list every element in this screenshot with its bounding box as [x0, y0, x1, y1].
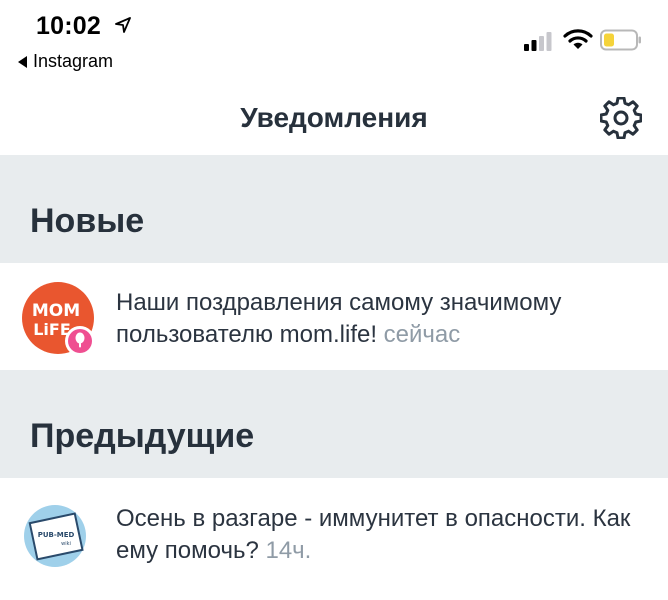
status-bar: 10:02 Instagram — [0, 0, 668, 80]
navigation-bar: Уведомления — [0, 82, 668, 154]
pubmed-avatar: PUB-MED wiki — [24, 505, 86, 567]
avatar-text-line1: PUB-MED — [38, 531, 75, 539]
battery-icon — [600, 29, 641, 51]
section-header-previous: Предыдущие — [0, 370, 668, 478]
notification-item[interactable]: MOM LiFE Наши поздравления самому значим… — [0, 264, 668, 370]
avatar-text-line2: LiFE — [33, 320, 71, 339]
gear-icon[interactable] — [600, 97, 642, 139]
section-title-new: Новые — [30, 202, 145, 240]
wifi-icon — [563, 29, 593, 49]
avatar-text-line1: MOM — [32, 301, 80, 321]
signal-icon — [524, 32, 552, 51]
notification-text: Наши поздравления самому значимому польз… — [116, 287, 646, 351]
notification-message: Осень в разгаре - иммунитет в опасности.… — [116, 505, 631, 564]
back-app-label: Instagram — [33, 51, 114, 71]
avatar-text-line2: wiki — [61, 541, 71, 547]
notification-text: Осень в разгаре - иммунитет в опасности.… — [116, 503, 646, 567]
location-arrow-icon — [115, 17, 131, 33]
momlife-avatar: MOM LiFE — [22, 282, 95, 356]
page-title: Уведомления — [240, 102, 428, 133]
back-to-app-link[interactable]: Instagram — [18, 51, 113, 72]
notification-time: 14ч. — [265, 537, 312, 564]
section-header-new: Новые — [0, 155, 668, 263]
notification-time: сейчас — [383, 321, 461, 348]
notification-item[interactable]: PUB-MED wiki Осень в разгаре - иммунитет… — [0, 478, 668, 584]
back-triangle-icon — [18, 55, 27, 68]
status-time: 10:02 — [36, 12, 101, 40]
notification-message: Наши поздравления самому значимому польз… — [116, 289, 562, 348]
section-title-previous: Предыдущие — [30, 417, 255, 455]
